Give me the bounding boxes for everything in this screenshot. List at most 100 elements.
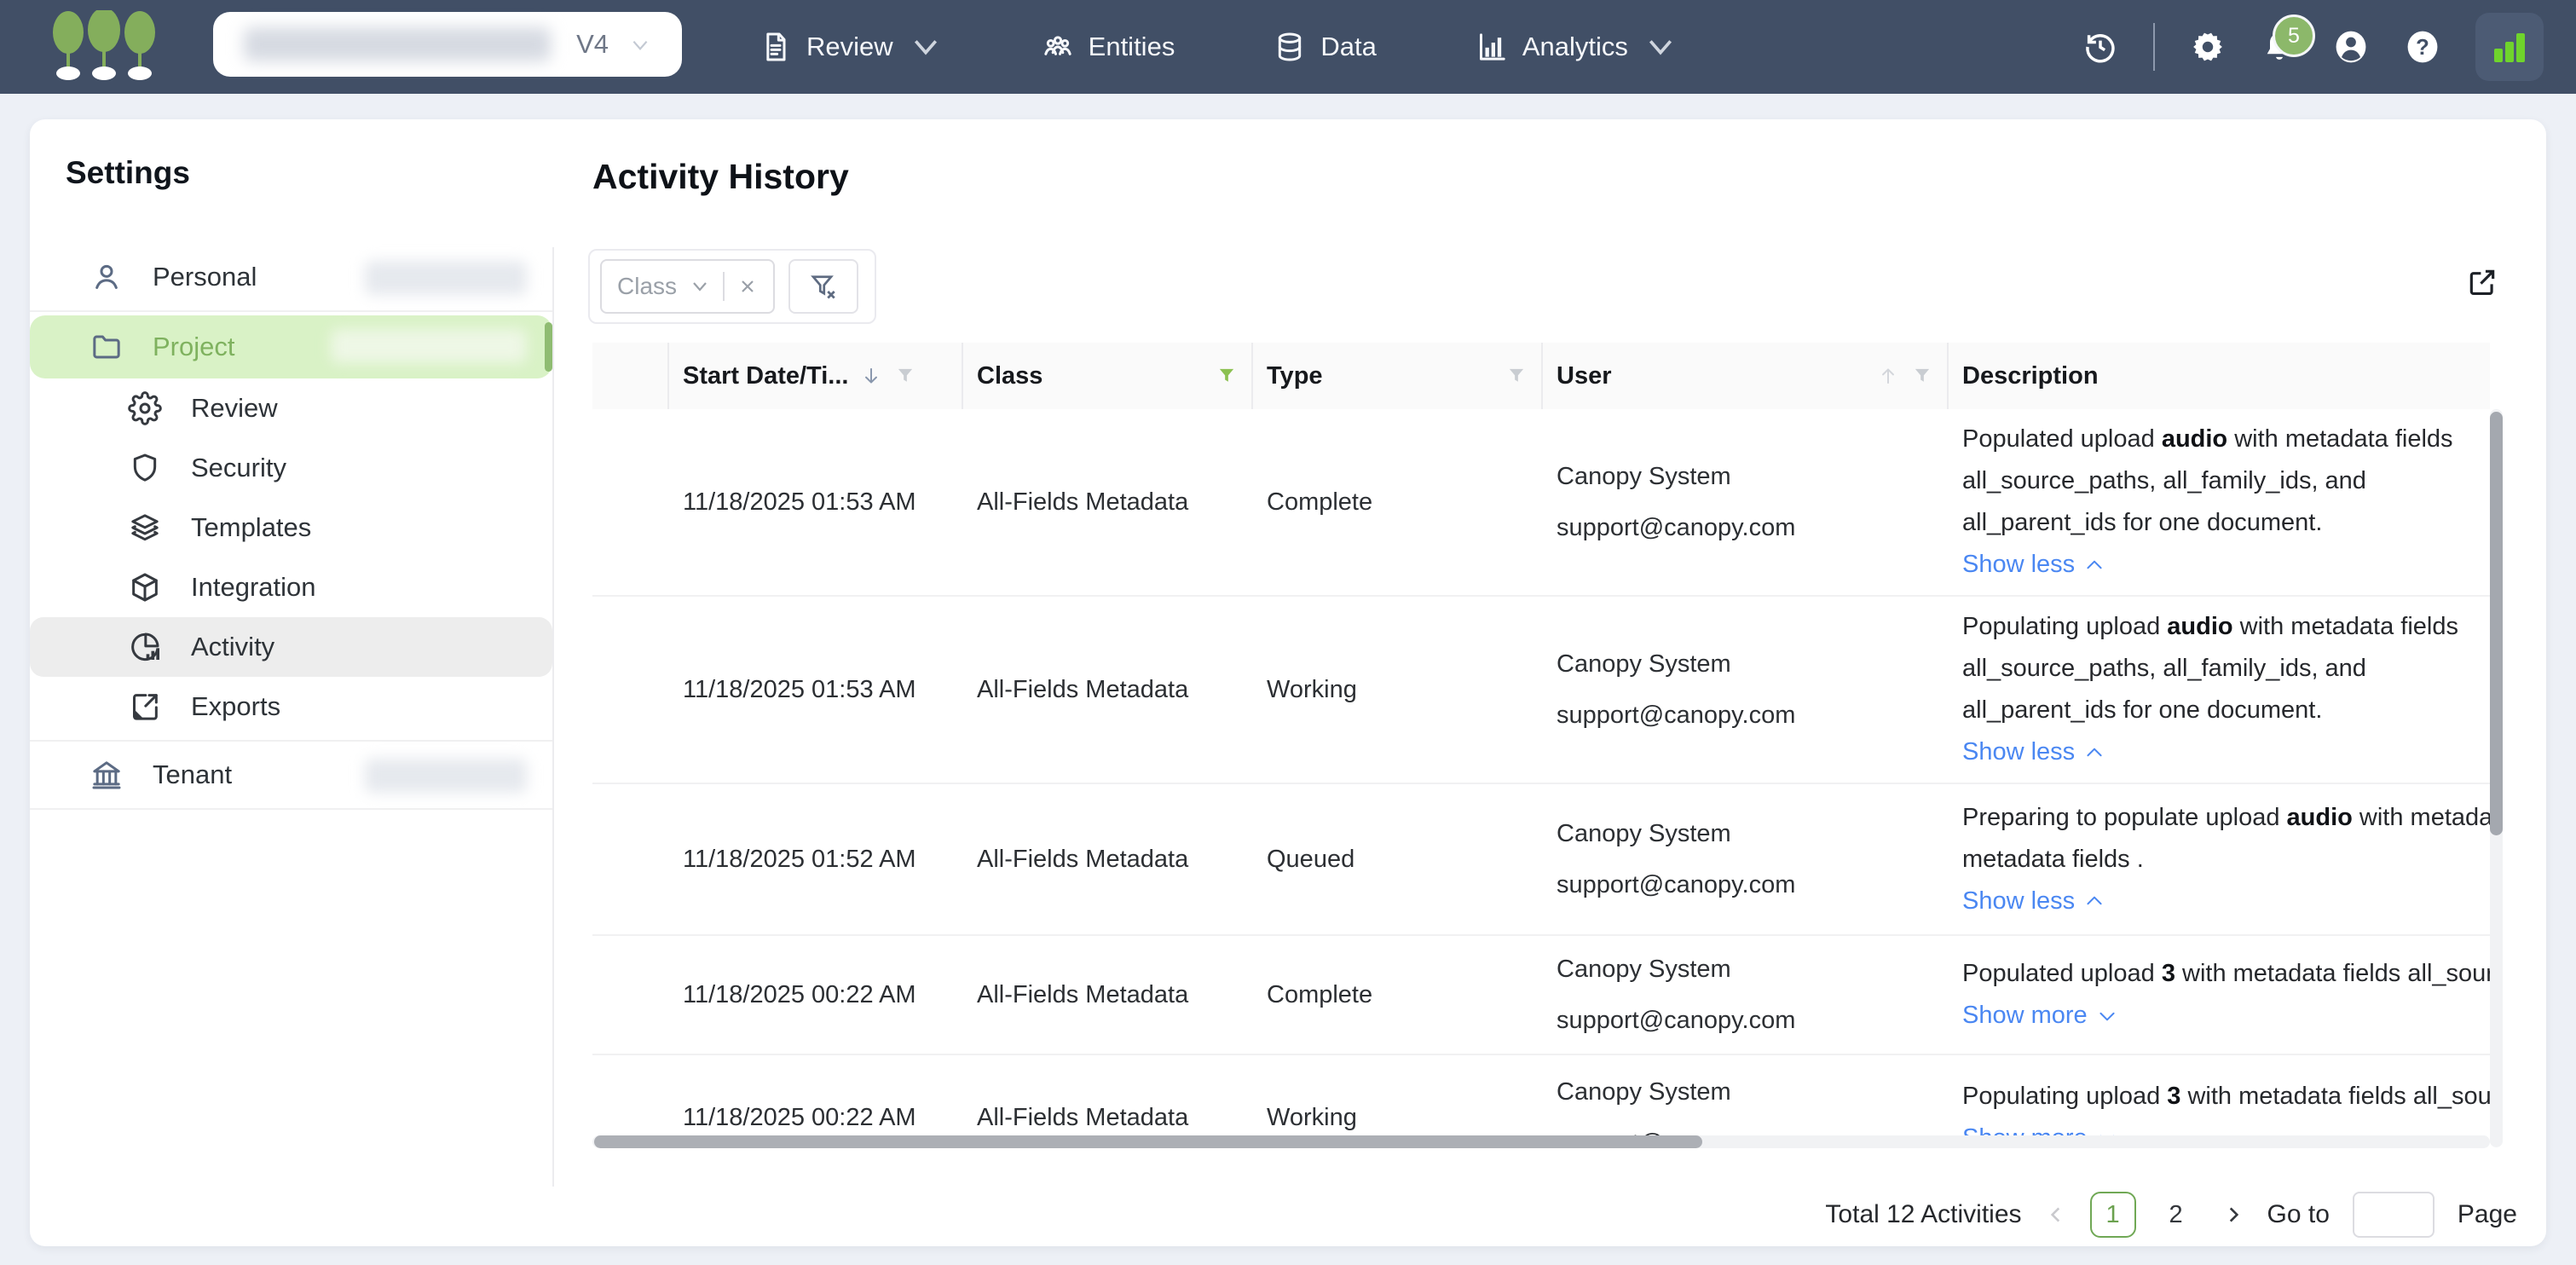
export-icon[interactable] — [2466, 266, 2498, 298]
help-icon[interactable]: ? — [2404, 28, 2441, 66]
page-title: Activity History — [592, 157, 849, 196]
history-icon[interactable] — [2082, 28, 2119, 66]
class-cell: All-Fields Metadata — [977, 1103, 1189, 1131]
description-line: Populated upload 3 with metadata fields … — [1962, 960, 2490, 987]
notifications-bell-icon[interactable]: 5 — [2261, 14, 2315, 66]
horizontal-scrollbar[interactable] — [592, 1135, 2490, 1148]
description-line: Populated upload audio with metadata fie… — [1962, 425, 2453, 453]
vertical-scrollbar[interactable] — [2490, 409, 2503, 1147]
total-activities-label: Total 12 Activities — [1825, 1200, 2022, 1228]
settings-gear-icon[interactable] — [2189, 28, 2227, 66]
type-cell: Working — [1267, 675, 1357, 703]
column-header-description[interactable]: Description — [1949, 343, 2490, 409]
start-date-cell: 11/18/2025 01:53 AM — [683, 675, 916, 703]
svg-text:?: ? — [2416, 36, 2429, 60]
activity-table: Start Date/Ti... Class Type User Description… — [592, 343, 2490, 1135]
column-header-user[interactable]: User — [1543, 343, 1949, 409]
analytics-widget-button[interactable] — [2475, 13, 2544, 81]
next-page-icon[interactable] — [2222, 1204, 2244, 1226]
nav-item-analytics[interactable]: Analytics — [1475, 30, 1678, 64]
sidebar-item-label: Security — [191, 453, 286, 482]
filter-funnel-icon[interactable] — [1911, 365, 1933, 387]
description-cell: Populated upload 3 with metadata fields … — [1949, 936, 2490, 1054]
page-button-2[interactable]: 2 — [2153, 1192, 2199, 1238]
description-cell: Preparing to populate upload audio with … — [1949, 784, 2490, 934]
filter-funnel-icon[interactable] — [1505, 365, 1528, 387]
description-cell: Populating upload 3 with metadata fields… — [1949, 1055, 2490, 1135]
class-cell: All-Fields Metadata — [977, 488, 1189, 516]
user-cell: Canopy System support@canopy.com — [1543, 409, 1949, 595]
user-email: support@canopy.com — [1557, 1007, 1796, 1034]
filter-funnel-icon[interactable] — [1216, 365, 1238, 387]
show-less-link[interactable]: Show less — [1962, 731, 2490, 773]
sidebar-item-tenant[interactable]: Tenant — [30, 745, 552, 805]
table-row: 11/18/2025 01:52 AM All-Fields Metadata Qu… — [592, 784, 2490, 936]
column-header-class[interactable]: Class — [963, 343, 1253, 409]
show-less-link[interactable]: Show less — [1962, 881, 2490, 922]
goto-page-input[interactable] — [2352, 1192, 2434, 1238]
user-name: Canopy System — [1557, 1078, 1731, 1106]
column-label: Start Date/Ti... — [683, 361, 849, 390]
project-selector[interactable]: V4 — [213, 12, 682, 77]
user-cell: Canopy System support@canopy.com — [1543, 784, 1949, 934]
user-cell: Canopy System support@canopy.com — [1543, 1055, 1949, 1135]
activity-history-panel: Activity History Class Start Date/Ti... C… — [552, 119, 2546, 1246]
active-item-edge — [545, 322, 552, 372]
column-header-start-date-ti[interactable]: Start Date/Ti... — [669, 343, 963, 409]
sidebar-item-integration[interactable]: Integration — [30, 557, 552, 617]
app-window: V4 Review Entities Data Analytics 5 ? Se… — [0, 0, 2576, 1265]
previous-page-icon[interactable] — [2045, 1204, 2067, 1226]
account-icon[interactable] — [2332, 28, 2370, 66]
description-line: all_parent_ids for one document. — [1962, 509, 2323, 536]
nav-item-review[interactable]: Review — [759, 30, 943, 64]
vertical-scrollbar-thumb[interactable] — [2490, 412, 2503, 835]
class-cell: All-Fields Metadata — [977, 845, 1189, 873]
sidebar-item-activity[interactable]: Activity — [30, 617, 552, 677]
sidebar-item-exports[interactable]: Exports — [30, 677, 552, 736]
remove-filter-icon[interactable] — [737, 276, 758, 297]
sidebar-item-project[interactable]: Project — [30, 315, 552, 378]
start-date-cell: 11/18/2025 00:22 AM — [683, 980, 916, 1008]
top-navigation-bar: V4 Review Entities Data Analytics 5 ? — [0, 0, 2576, 94]
layers-icon — [128, 511, 162, 545]
settings-card: Settings Personal Project Review Securit… — [30, 119, 2546, 1246]
user-name: Canopy System — [1557, 820, 1731, 847]
gear-icon — [128, 391, 162, 425]
sidebar-item-label: Review — [191, 393, 278, 423]
clear-all-filters-button[interactable] — [788, 259, 859, 314]
sidebar-item-templates[interactable]: Templates — [30, 498, 552, 557]
show-more-link[interactable]: Show more — [1962, 995, 2490, 1037]
nav-item-entities[interactable]: Entities — [1041, 30, 1175, 64]
sidebar-item-label: Templates — [191, 512, 312, 542]
sidebar-item-personal[interactable]: Personal — [30, 247, 552, 307]
type-cell: Queued — [1267, 845, 1355, 873]
horizontal-scrollbar-thumb[interactable] — [594, 1135, 1702, 1148]
sidebar-item-label: Personal — [153, 262, 257, 292]
start-date-cell: 11/18/2025 00:22 AM — [683, 1103, 916, 1131]
chevron-down-icon[interactable] — [690, 276, 710, 297]
sidebar-item-review[interactable]: Review — [30, 378, 552, 438]
database-icon — [1273, 30, 1307, 64]
chevron-down-icon[interactable] — [629, 34, 651, 56]
bank-icon — [90, 758, 124, 792]
sidebar-item-label: Activity — [191, 632, 275, 661]
page-button-1[interactable]: 1 — [2089, 1192, 2136, 1238]
user-name: Canopy System — [1557, 650, 1731, 678]
sort-ascending-icon[interactable] — [1877, 365, 1899, 387]
export-icon — [128, 690, 162, 724]
show-more-link[interactable]: Show more — [1962, 1118, 2490, 1135]
green-bars-icon — [2494, 33, 2525, 62]
show-less-link[interactable]: Show less — [1962, 544, 2490, 586]
description-line: all_source_paths, all_family_ids, and — [1962, 467, 2366, 494]
chevron-down-icon — [1649, 40, 1672, 55]
main-nav: Review Entities Data Analytics — [759, 0, 1678, 94]
column-header-type[interactable]: Type — [1253, 343, 1543, 409]
sort-descending-icon[interactable] — [860, 365, 882, 387]
sidebar-item-security[interactable]: Security — [30, 438, 552, 498]
filter-funnel-icon[interactable] — [894, 365, 916, 387]
redacted-text — [331, 329, 527, 363]
nav-item-data[interactable]: Data — [1273, 30, 1377, 64]
canopy-logo-icon[interactable] — [49, 10, 160, 84]
nav-label: Entities — [1088, 32, 1175, 61]
class-filter-chip[interactable]: Class — [600, 259, 776, 314]
